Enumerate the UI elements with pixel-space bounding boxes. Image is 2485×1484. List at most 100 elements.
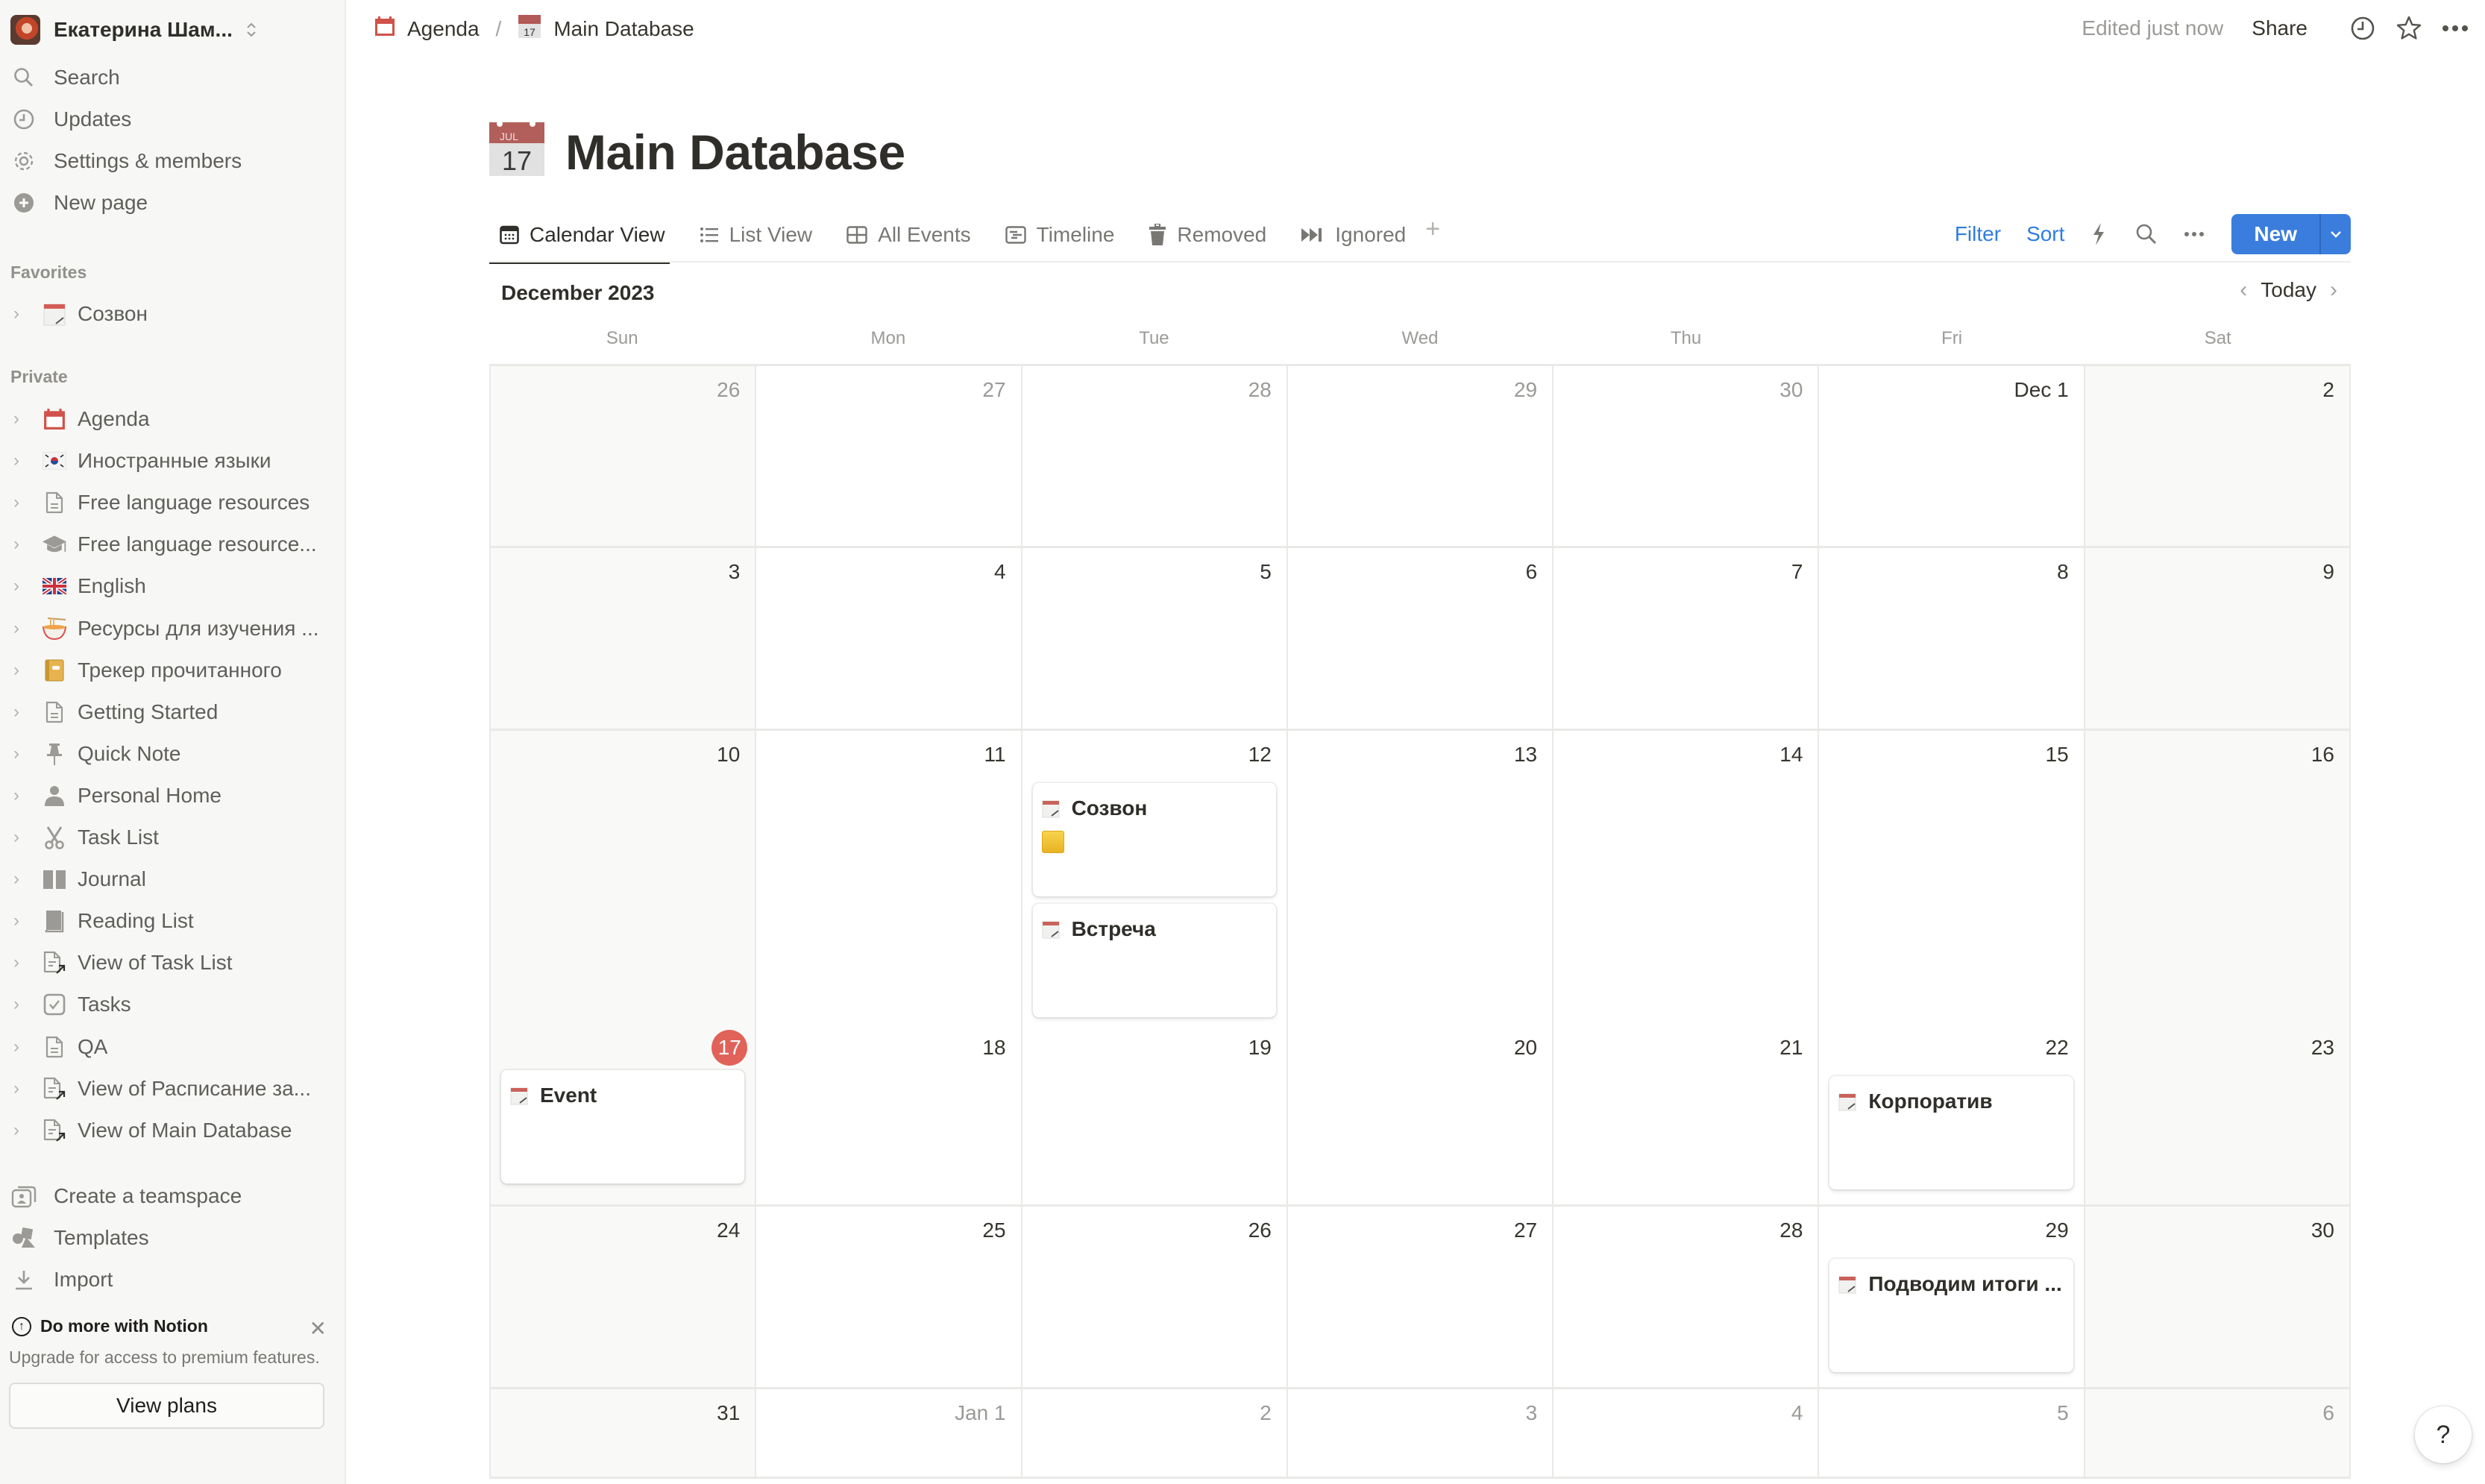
calendar-day-cell[interactable]: Dec 1 <box>1819 366 2085 546</box>
calendar-day-cell[interactable]: 2 <box>1022 1389 1288 1477</box>
help-button[interactable]: ? <box>2415 1406 2472 1463</box>
calendar-day-cell[interactable]: 8 <box>1819 548 2085 729</box>
calendar-day-cell[interactable]: 13 <box>1287 731 1554 1025</box>
event-card[interactable]: Event <box>501 1070 745 1183</box>
chevron-right-icon[interactable]: › <box>13 492 28 513</box>
sidebar-page-item[interactable]: › Getting Started <box>10 693 339 732</box>
calendar-day-cell[interactable]: 12 Созвон Встреча <box>1022 731 1288 1025</box>
event-card[interactable]: Встреча <box>1032 904 1276 1017</box>
calendar-day-cell[interactable]: 28 <box>1022 366 1288 546</box>
sidebar-search[interactable]: Search <box>10 60 120 95</box>
chevron-right-icon[interactable]: › <box>13 409 28 430</box>
share-button[interactable]: Share <box>2252 16 2308 40</box>
chevron-right-icon[interactable]: › <box>13 827 28 848</box>
chevron-down-icon[interactable] <box>2319 214 2351 254</box>
tab-timeline[interactable]: Timeline <box>995 213 1116 252</box>
calendar-day-cell[interactable]: 5 <box>1022 548 1288 729</box>
calendar-day-cell[interactable]: 27 <box>756 366 1022 546</box>
calendar-day-cell[interactable]: 14 <box>1553 731 1820 1025</box>
event-card[interactable]: Созвон <box>1032 783 1276 896</box>
chevron-right-icon[interactable]: › <box>13 785 28 806</box>
close-icon[interactable]: ✕ <box>310 1316 327 1341</box>
calendar-day-cell[interactable]: 30 <box>2085 1207 2351 1387</box>
tab-list-view[interactable]: List View <box>689 213 814 252</box>
sidebar-page-item[interactable]: › Agenda <box>10 400 339 438</box>
chevron-right-icon[interactable]: › <box>13 702 28 723</box>
event-card[interactable]: Подводим итоги ... <box>1829 1259 2073 1372</box>
filter-button[interactable]: Filter <box>1955 222 2001 246</box>
calendar-day-cell[interactable]: Jan 1 <box>756 1389 1022 1477</box>
calendar-day-cell[interactable]: 3 <box>491 548 757 729</box>
calendar-day-cell[interactable]: 5 <box>1819 1389 2085 1477</box>
sidebar-new-page[interactable]: New page <box>10 185 148 221</box>
sidebar-templates[interactable]: Templates <box>10 1220 149 1256</box>
chevron-right-icon[interactable]: › <box>2316 277 2351 303</box>
sidebar-settings[interactable]: Settings & members <box>10 143 242 179</box>
sidebar-page-item[interactable]: › Tasks <box>10 985 339 1024</box>
calendar-day-cell[interactable]: 2 <box>2085 366 2351 546</box>
tab-ignored[interactable]: Ignored <box>1290 213 1407 252</box>
sidebar-page-item[interactable]: › Journal <box>10 860 339 899</box>
calendar-day-cell[interactable]: 17 Event <box>491 1024 757 1204</box>
sidebar-page-item[interactable]: › View of Main Database <box>10 1111 339 1150</box>
chevron-right-icon[interactable]: › <box>13 1037 28 1057</box>
chevron-right-icon[interactable]: › <box>13 1078 28 1099</box>
event-card[interactable]: Корпоратив <box>1829 1076 2073 1189</box>
sidebar-updates[interactable]: Updates <box>10 101 131 137</box>
view-plans-button[interactable]: View plans <box>9 1383 324 1429</box>
calendar-day-cell[interactable]: 25 <box>756 1207 1022 1387</box>
sidebar-page-item[interactable]: › Ресурсы для изучения ... <box>10 609 339 648</box>
chevron-right-icon[interactable]: › <box>13 304 28 324</box>
sidebar-create-teamspace[interactable]: Create a teamspace <box>10 1178 242 1214</box>
chevron-right-icon[interactable]: › <box>13 576 28 597</box>
lightning-icon[interactable] <box>2085 221 2112 248</box>
calendar-day-cell[interactable]: 20 <box>1287 1024 1554 1204</box>
more-icon[interactable] <box>2440 13 2470 43</box>
calendar-day-cell[interactable]: 29 <box>1287 366 1554 546</box>
chevron-right-icon[interactable]: › <box>13 534 28 555</box>
calendar-day-cell[interactable]: 27 <box>1287 1207 1554 1387</box>
sidebar-page-item[interactable]: › Personal Home <box>10 776 339 815</box>
star-icon[interactable] <box>2394 13 2424 43</box>
calendar-day-cell[interactable]: 30 <box>1553 366 1820 546</box>
chevron-right-icon[interactable]: › <box>13 660 28 681</box>
breadcrumb-agenda[interactable]: Agenda <box>374 16 480 42</box>
page-title[interactable]: Main Database <box>565 124 905 180</box>
chevron-right-icon[interactable]: › <box>13 743 28 764</box>
calendar-day-cell[interactable]: 4 <box>756 548 1022 729</box>
sidebar-page-item[interactable]: › Quick Note <box>10 735 339 773</box>
workspace-switcher[interactable]: Екатерина Шам... <box>10 15 258 45</box>
sidebar-page-item[interactable]: › Reading List <box>10 902 339 940</box>
calendar-day-cell[interactable]: 29 Подводим итоги ... <box>1819 1207 2085 1387</box>
chevron-right-icon[interactable]: › <box>13 869 28 890</box>
add-view-icon[interactable]: + <box>1425 213 1440 244</box>
calendar-day-cell[interactable]: 18 <box>756 1024 1022 1204</box>
chevron-right-icon[interactable]: › <box>13 1120 28 1141</box>
calendar-day-cell[interactable]: 26 <box>491 366 757 546</box>
page-icon-tear-off-calendar[interactable]: JUL 17 <box>489 119 544 176</box>
tab-removed[interactable]: Removed <box>1138 213 1268 252</box>
calendar-day-cell[interactable]: 15 <box>1819 731 2085 1025</box>
sidebar-page-sozvon[interactable]: › Созвон <box>10 295 339 333</box>
search-icon[interactable] <box>2133 221 2160 248</box>
calendar-day-cell[interactable]: 22 Корпоратив <box>1819 1024 2085 1204</box>
calendar-day-cell[interactable]: 26 <box>1022 1207 1288 1387</box>
calendar-day-cell[interactable]: 19 <box>1022 1024 1288 1204</box>
sidebar-page-item[interactable]: › Task List <box>10 818 339 857</box>
calendar-day-cell[interactable]: 7 <box>1553 548 1820 729</box>
calendar-day-cell[interactable]: 16 <box>2085 731 2351 1025</box>
calendar-day-cell[interactable]: 10 <box>491 731 757 1025</box>
calendar-day-cell[interactable]: 23 <box>2085 1024 2351 1204</box>
sidebar-page-item[interactable]: › QA <box>10 1028 339 1066</box>
today-button[interactable]: Today <box>2261 278 2316 302</box>
history-clock-icon[interactable] <box>2348 13 2378 43</box>
calendar-day-cell[interactable]: 3 <box>1287 1389 1554 1477</box>
chevron-right-icon[interactable]: › <box>13 994 28 1015</box>
chevron-right-icon[interactable]: › <box>13 618 28 639</box>
more-icon[interactable] <box>2181 221 2208 248</box>
calendar-day-cell[interactable]: 24 <box>491 1207 757 1387</box>
sidebar-page-item[interactable]: › Free language resource... <box>10 525 339 564</box>
breadcrumb-main-database[interactable]: 17 Main Database <box>518 13 694 44</box>
calendar-day-cell[interactable]: 11 <box>756 731 1022 1025</box>
chevron-left-icon[interactable]: ‹ <box>2226 277 2261 303</box>
